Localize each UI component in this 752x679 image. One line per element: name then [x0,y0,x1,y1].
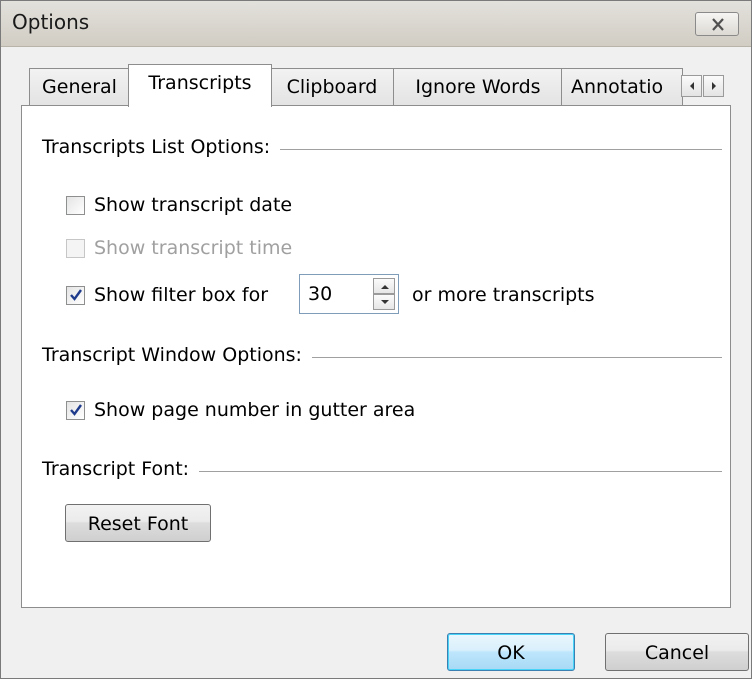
tab-clipboard[interactable]: Clipboard [270,68,394,106]
show-filter-box-checkbox[interactable] [66,286,85,305]
reset-font-button[interactable]: Reset Font [65,504,211,542]
show-page-number-label: Show page number in gutter area [94,399,416,421]
spin-up-icon [381,285,389,289]
show-transcript-time-checkbox[interactable] [66,239,85,258]
checkmark-icon [70,289,82,301]
filter-box-suffix: or more transcripts [412,284,672,310]
tab-label: Clipboard [286,76,378,98]
filter-count-value[interactable]: 30 [308,283,332,305]
tab-scroll-left-button[interactable] [681,75,702,97]
tab-label: Annotatio [571,76,664,98]
tab-scroll-buttons [681,75,725,97]
show-transcript-time-label: Show transcript time [94,237,293,259]
show-transcript-date-checkbox[interactable] [66,196,85,215]
checkmark-icon [70,404,82,416]
show-transcript-time-row[interactable]: Show transcript time [66,237,466,263]
options-dialog: Options General Transcripts Clipboard Ig… [0,0,752,679]
ok-button[interactable]: OK [447,633,575,671]
transcript-window-options-heading: Transcript Window Options: [42,344,312,366]
tab-general[interactable]: General [29,68,130,106]
title-bar: Options [1,1,751,47]
transcripts-tab-panel: Transcripts List Options: Show transcrip… [21,105,731,608]
spin-up-button[interactable] [373,278,395,294]
spin-down-button[interactable] [373,294,395,310]
arrow-right-icon [712,82,716,90]
show-page-number-row[interactable]: Show page number in gutter area [66,399,526,425]
spin-down-icon [381,300,389,304]
tab-strip: General Transcripts Clipboard Ignore Wor… [1,47,751,107]
tab-transcripts[interactable]: Transcripts [128,64,272,107]
filter-count-input[interactable]: 30 [299,274,399,314]
show-transcript-date-label: Show transcript date [94,194,293,216]
tab-ignore-words[interactable]: Ignore Words [393,68,563,106]
transcripts-list-options-heading: Transcripts List Options: [42,136,281,158]
filter-box-suffix-label: or more transcripts [412,284,595,306]
close-x-icon [712,18,724,31]
tab-annotations[interactable]: Annotatio [561,68,683,106]
tab-scroll-right-button[interactable] [703,75,724,97]
show-filter-box-label: Show filter box for [94,284,269,306]
show-transcript-date-row[interactable]: Show transcript date [66,194,466,220]
cancel-button[interactable]: Cancel [605,633,749,671]
tab-label: General [42,76,117,98]
window-title: Options [12,10,90,34]
arrow-left-icon [690,82,694,90]
transcript-font-heading: Transcript Font: [42,458,200,480]
show-page-number-checkbox[interactable] [66,401,85,420]
tab-label: Transcripts [148,72,252,94]
show-filter-box-row[interactable]: Show filter box for [66,284,316,310]
close-button[interactable] [695,12,739,36]
filter-count-spinner [373,278,395,310]
tab-label: Ignore Words [415,76,541,98]
